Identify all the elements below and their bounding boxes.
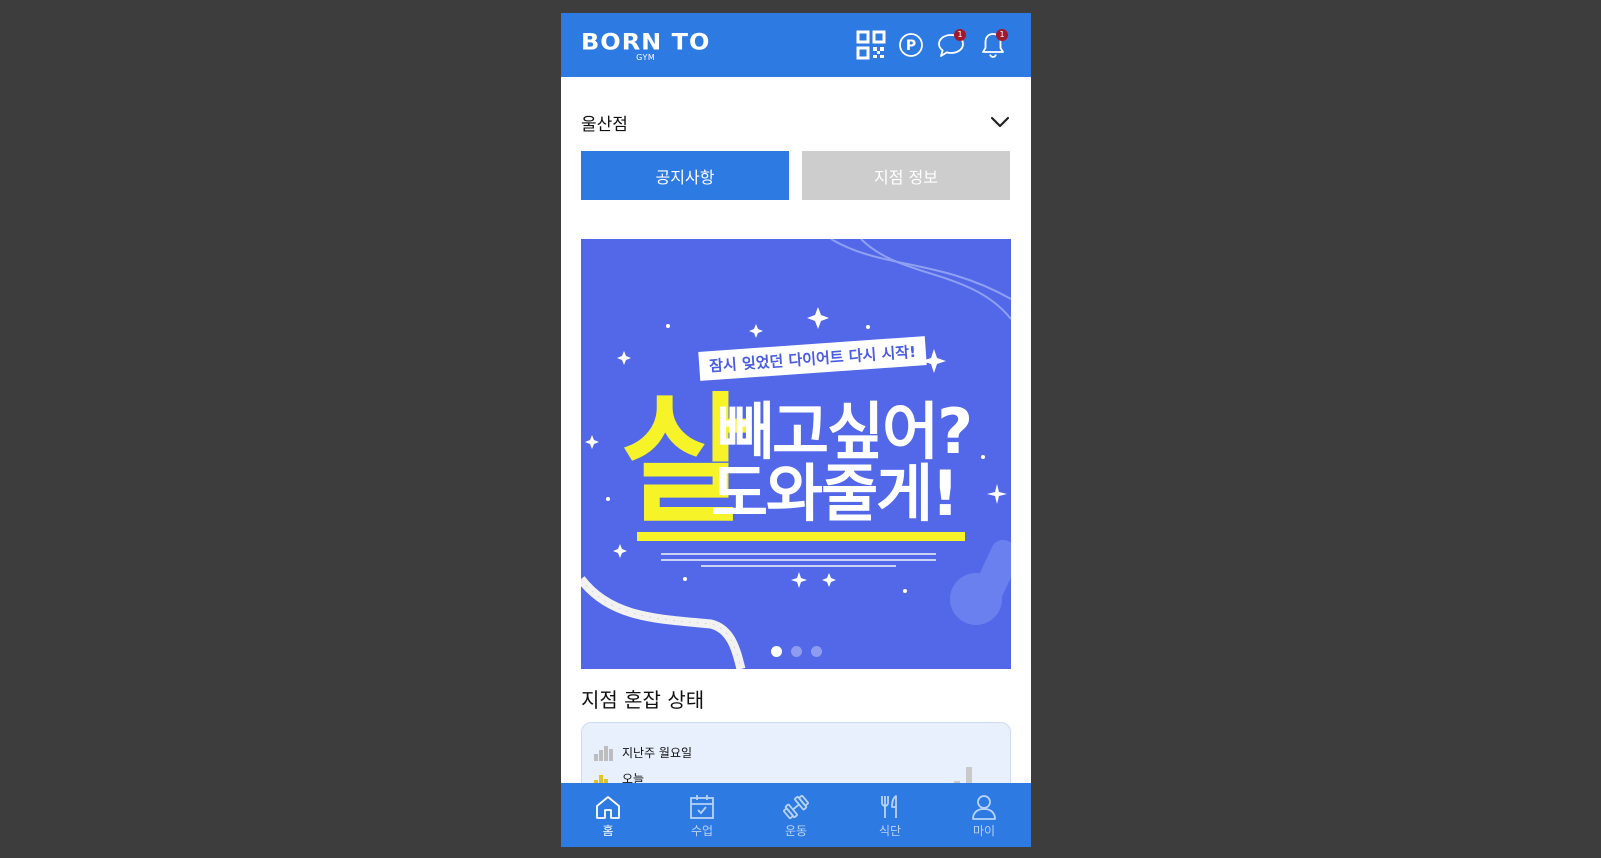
nav-label: 운동 [784, 824, 808, 838]
notification-button[interactable]: 1 [977, 29, 1009, 61]
nav-label: 수업 [690, 824, 714, 838]
logo[interactable]: BORN TO GYM [581, 30, 710, 62]
svg-text:P: P [906, 38, 916, 54]
logo-text: BORN TO [581, 29, 711, 55]
home-icon [596, 796, 620, 819]
tab-notice[interactable]: 공지사항 [581, 151, 789, 200]
congestion-title: 지점 혼잡 상태 [581, 688, 705, 712]
bottom-navigation: 홈 수업 운동 식단 마이 [561, 783, 1031, 847]
banner-headline-1: 빼고싶어? [717, 395, 973, 468]
nav-label: 홈 [602, 824, 614, 838]
calendar-icon [690, 795, 714, 819]
branch-selector[interactable]: 울산점 [581, 105, 1011, 139]
top-bar: BORN TO GYM P 1 1 [561, 13, 1031, 77]
chevron-down-icon [990, 116, 1010, 128]
nav-my[interactable]: 마이 [937, 783, 1031, 847]
nav-class[interactable]: 수업 [655, 783, 749, 847]
qr-code-icon [856, 30, 886, 60]
carousel-dot[interactable] [770, 646, 782, 657]
nav-diet[interactable]: 식단 [843, 783, 937, 847]
person-icon [972, 795, 996, 820]
notification-badge: 1 [996, 29, 1008, 41]
nav-workout[interactable]: 운동 [749, 783, 843, 847]
branch-name: 울산점 [581, 114, 628, 135]
fork-knife-icon [881, 795, 897, 818]
banner-headline-2: 도와줄게! [711, 457, 959, 530]
tab-branch-info[interactable]: 지점 정보 [802, 151, 1010, 200]
dumbbell-icon [783, 794, 809, 820]
carousel-dots [581, 646, 1011, 657]
fine-print-lines [661, 553, 936, 567]
banner-fine-print [661, 552, 936, 570]
legend-label: 지난주 월요일 [622, 746, 693, 760]
legend-last-week: 지난주 월요일 [594, 744, 692, 761]
nav-label: 마이 [972, 824, 996, 838]
carousel-dot[interactable] [790, 646, 802, 657]
carousel-dot[interactable] [810, 646, 822, 657]
point-button[interactable]: P [895, 29, 927, 61]
nav-label: 식단 [878, 824, 902, 838]
promo-banner[interactable]: 잠시 잊었던 다이어트 다시 시작! 살 빼고싶어? 도와줄게! [581, 239, 1011, 669]
nav-home[interactable]: 홈 [561, 783, 655, 847]
message-button[interactable]: 1 [935, 29, 967, 61]
app-screen: BORN TO GYM P 1 1 울산점 공지사항 지점 정보 잠시 잊었던 … [561, 13, 1031, 847]
qr-code-button[interactable] [855, 29, 887, 61]
message-badge: 1 [954, 29, 966, 41]
bar-chart-icon [594, 745, 613, 761]
banner-underline [637, 532, 965, 541]
point-icon: P [899, 33, 923, 57]
